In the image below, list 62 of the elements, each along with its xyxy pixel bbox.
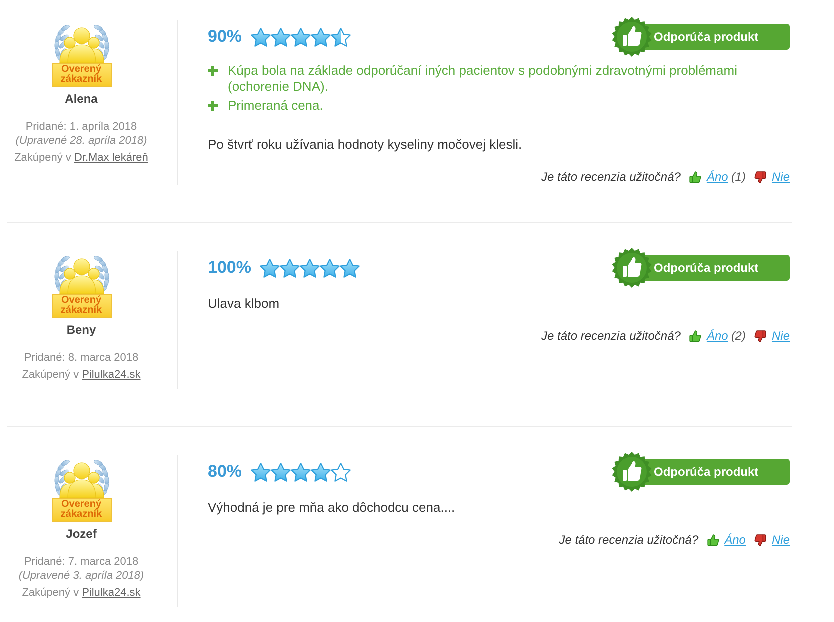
useful-vote-link[interactable]: Áno <box>724 532 746 548</box>
thumbs-up-icon <box>688 170 702 184</box>
rating-percent: 100% <box>208 257 252 280</box>
purchased-at-label: Zakúpený v <box>14 151 72 165</box>
thumbs-up-seal-icon <box>612 17 652 57</box>
star-icon <box>311 462 332 482</box>
thumbs-up-icon <box>706 534 720 546</box>
thumbs-up-seal-icon <box>612 452 652 492</box>
purchased-at-label: Zakúpený v <box>22 586 80 600</box>
plus-icon <box>208 66 218 76</box>
added-date: Pridané: 8. marca 2018 <box>24 351 139 365</box>
not-useful-vote-link[interactable]: Nie <box>772 532 790 548</box>
useful-vote-count: (1) <box>731 169 746 185</box>
rating-percent: 80% <box>208 461 242 484</box>
not-useful-vote-link[interactable]: Nie <box>772 169 790 185</box>
star-icon <box>340 258 360 278</box>
thumbs-down-icon <box>754 330 767 342</box>
thumbs-up-seal-icon <box>612 248 652 288</box>
reviewer-name: Alena <box>65 92 98 106</box>
edited-date: (Upravené 3. apríla 2018) <box>18 569 144 583</box>
star-icon <box>271 462 292 482</box>
purchased-at-label: Zakúpený v <box>22 368 80 382</box>
star-icon <box>260 258 280 278</box>
rating-percent: 90% <box>208 26 242 48</box>
star-icon <box>271 28 292 46</box>
star-icon <box>331 462 352 482</box>
reviewer-name: Beny <box>66 323 96 337</box>
store-link[interactable]: Pilulka24.sk <box>82 368 141 382</box>
store-link[interactable]: Pilulka24.sk <box>82 586 141 600</box>
star-icon <box>291 462 312 482</box>
thumbs-down-icon <box>754 170 767 184</box>
review-text: Ulava klbom <box>208 296 281 312</box>
star-icon <box>311 28 332 46</box>
star-icon <box>251 28 272 46</box>
review-text: Po štvrť roku užívania hodnoty kyseliny močovej klesli. <box>208 137 524 153</box>
added-date: Pridané: 7. marca 2018 <box>24 555 139 569</box>
not-useful-vote-link[interactable]: Nie <box>772 328 790 344</box>
thumbs-up-icon <box>688 330 702 342</box>
star-icon <box>300 258 320 278</box>
star-icon <box>291 28 312 46</box>
pro-text: Primeraná cena. <box>228 98 324 114</box>
star-icon <box>251 462 272 482</box>
useful-vote-link[interactable]: Áno <box>706 169 728 185</box>
star-icon <box>320 258 340 278</box>
reviewer-name: Jozef <box>66 527 97 541</box>
verified-customer-icon <box>52 25 112 63</box>
helpful-question: Je táto recenzia užitočná? <box>542 328 681 344</box>
star-icon <box>331 28 352 46</box>
review-text: Výhodná je pre mňa ako dôchodcu cena.... <box>208 500 456 516</box>
store-link[interactable]: Dr.Max lekáreň <box>74 151 148 165</box>
thumbs-down-icon <box>754 534 767 546</box>
pro-text: Kúpa bola na základe odporúčaní iných pacientov s podobnými zdravotnými problémami (ochorenie DNA). <box>228 63 738 95</box>
helpful-question: Je táto recenzia užitočná? <box>559 532 699 548</box>
helpful-question: Je táto recenzia užitočná? <box>542 169 681 185</box>
plus-icon <box>208 101 218 111</box>
useful-vote-link[interactable]: Áno <box>706 328 728 344</box>
star-icon <box>280 258 300 278</box>
verified-customer-icon <box>52 460 112 498</box>
edited-date: (Upravené 28. apríla 2018) <box>16 134 148 148</box>
useful-vote-count: (2) <box>731 328 746 344</box>
verified-customer-icon <box>52 256 112 294</box>
added-date: Pridané: 1. apríla 2018 <box>26 120 138 134</box>
